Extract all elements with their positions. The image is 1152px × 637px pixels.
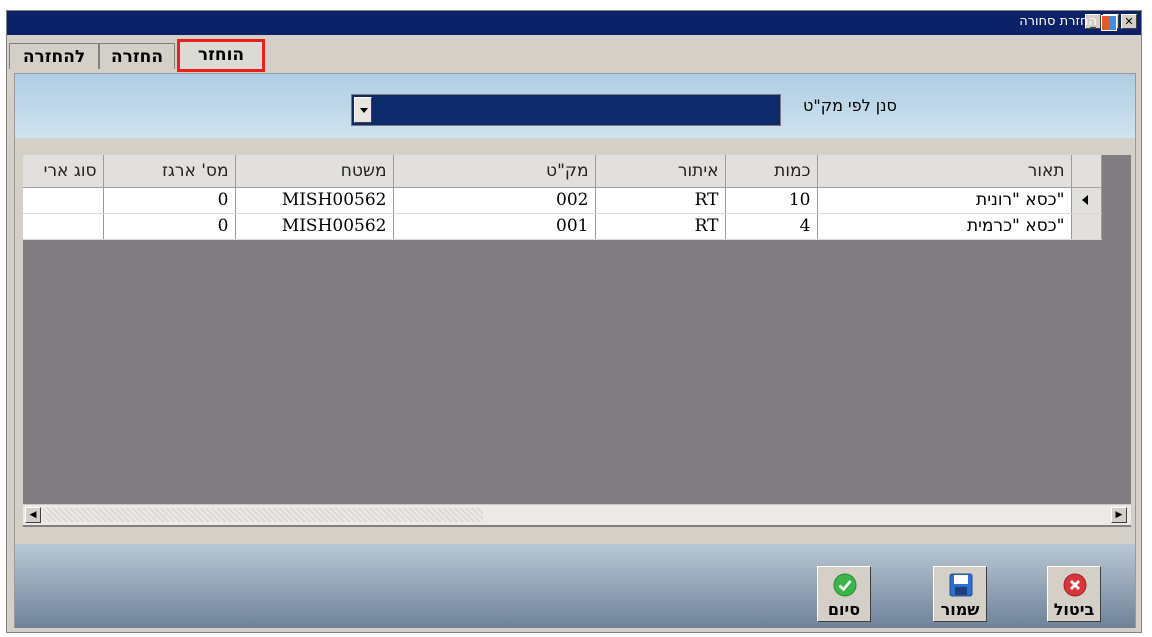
cell-box[interactable]: 0 [103, 213, 236, 240]
app-icon [1101, 15, 1117, 31]
main-window: _ □ ✕ החזרת סחורה להחזרה החזרה הוחזר סנן… [6, 10, 1142, 633]
floppy-disk-icon [949, 573, 973, 597]
table-row[interactable]: 0 MISH00562 001 RT 4 כסא "כרמית" [23, 213, 1102, 240]
cancel-label: ביטול [1053, 600, 1095, 619]
table-row[interactable]: 0 MISH00562 002 RT 10 כסא "רונית" [23, 187, 1102, 214]
col-header-description[interactable]: תאור [817, 155, 1072, 188]
tab-panel: סנן לפי מק"ט סוג ארי מס' ארגז משטח מק"ט … [14, 73, 1136, 628]
cell-box[interactable]: 0 [103, 187, 236, 214]
scroll-right-icon[interactable]: ▶ [1111, 507, 1127, 523]
save-button[interactable]: שמור [933, 566, 987, 622]
row-header-corner [1070, 155, 1102, 188]
finish-label: סיום [827, 600, 861, 619]
cell-sku[interactable]: 001 [393, 213, 596, 240]
cell-pallet[interactable]: MISH00562 [235, 213, 394, 240]
cell-pallet[interactable]: MISH00562 [235, 187, 394, 214]
action-bar: סיום שמור ביטול [15, 544, 1135, 628]
tab-returned[interactable]: הוחזר [177, 39, 265, 72]
row-header[interactable] [1070, 213, 1102, 240]
scroll-track[interactable] [43, 508, 483, 522]
col-header-type[interactable]: סוג ארי [23, 155, 104, 188]
cell-description[interactable]: כסא "רונית" [817, 187, 1072, 214]
col-header-location[interactable]: איתור [595, 155, 726, 188]
col-header-box[interactable]: מס' ארגז [103, 155, 236, 188]
filter-bar: סנן לפי מק"ט [15, 74, 1135, 138]
window-title: החזרת סחורה [1019, 14, 1097, 29]
tab-to-return[interactable]: להחזרה [9, 43, 99, 69]
horizontal-scrollbar[interactable]: ◀ ▶ [23, 504, 1131, 525]
cell-description[interactable]: כסא "כרמית" [817, 213, 1072, 240]
col-header-pallet[interactable]: משטח [235, 155, 394, 188]
filter-label: סנן לפי מק"ט [803, 96, 897, 115]
check-icon [833, 573, 857, 597]
cancel-x-icon [1063, 573, 1087, 597]
cell-sku[interactable]: 002 [393, 187, 596, 214]
tab-return[interactable]: החזרה [99, 43, 175, 69]
col-header-qty[interactable]: כמות [725, 155, 818, 188]
cell-type[interactable] [23, 213, 104, 240]
cell-location[interactable]: RT [595, 187, 726, 214]
sku-filter-dropdown[interactable] [351, 94, 781, 126]
row-selector-icon[interactable] [1070, 187, 1102, 214]
cell-qty[interactable]: 10 [725, 187, 818, 214]
cell-qty[interactable]: 4 [725, 213, 818, 240]
save-label: שמור [940, 600, 980, 619]
cell-location[interactable]: RT [595, 213, 726, 240]
finish-button[interactable]: סיום [817, 566, 871, 622]
close-button[interactable]: ✕ [1121, 14, 1137, 29]
scroll-left-icon[interactable]: ◀ [25, 507, 41, 523]
cancel-button[interactable]: ביטול [1047, 566, 1101, 622]
cell-type[interactable] [23, 187, 104, 214]
items-grid[interactable]: סוג ארי מס' ארגז משטח מק"ט איתור כמות תא… [23, 155, 1131, 527]
col-header-sku[interactable]: מק"ט [393, 155, 596, 188]
title-bar: _ □ ✕ החזרת סחורה [7, 11, 1141, 35]
chevron-down-icon[interactable] [354, 97, 372, 123]
